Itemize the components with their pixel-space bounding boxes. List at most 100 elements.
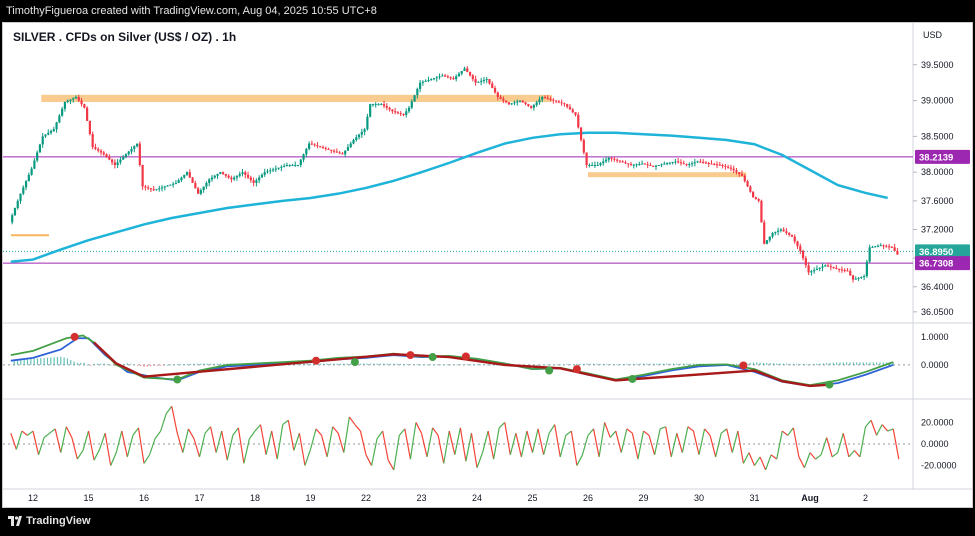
macd-histogram-bar [26,358,29,365]
candle-body [391,109,394,112]
candle-body [876,245,880,247]
candle-body [546,97,549,99]
oscillator-segment [259,424,267,455]
candle-body [208,179,211,183]
macd-histogram-bar [766,362,768,365]
candle-body [291,165,294,167]
candle-body [438,76,441,78]
candle-body [246,174,250,178]
macd-histogram-bar [113,364,115,366]
candle-body [826,265,830,267]
x-tick-label: 30 [694,493,704,503]
oscillator-segment [365,454,373,466]
candle-body [280,166,283,168]
candle-body [635,164,638,166]
oscillator-segment [815,454,822,460]
macd-histogram-bar [736,363,738,365]
macd-histogram-bar [453,364,455,366]
macd-histogram-bar [306,363,308,365]
macd-histogram-bar [429,364,432,366]
candle-body [413,95,416,102]
macd-histogram-bar [216,363,218,365]
candle-body [166,185,169,187]
macd-cross-marker [461,352,470,361]
oscillator-segment [598,422,606,458]
macd-histogram-bar [463,364,465,366]
oscillator-segment [420,433,428,458]
macd-histogram-bar [772,363,775,365]
oscillator-segment [737,430,744,464]
macd-histogram-bar [160,364,162,366]
macd-histogram-bar [489,364,491,366]
candle-body [374,104,377,106]
macd-histogram-bar [366,363,368,365]
macd-histogram-bar [639,363,641,365]
candle-body [579,127,583,140]
macd-histogram-bar [50,357,52,365]
candle-body [721,165,724,167]
tradingview-logo[interactable]: TradingView [8,515,91,527]
candle-body [269,170,272,172]
macd-histogram-bar [573,364,575,365]
oscillator-segment [559,435,567,458]
candle-body [172,183,175,185]
macd-histogram-bar [686,363,688,365]
macd-histogram-bar [43,357,45,365]
candle-body [480,80,483,82]
macd-histogram-bar [859,362,861,365]
chart-canvas[interactable]: 39.5000 39.0000 38.5000 38.0000 37.6000 37.20… [3,23,972,507]
oscillator-segment [315,428,323,436]
candle-body [735,170,738,173]
macd-histogram-bar [33,358,35,365]
candle-body [219,172,222,174]
macd-cross-marker [825,380,834,389]
candle-body [782,229,785,232]
candle-body [474,79,477,83]
macd-histogram-bar [403,363,405,365]
candle-body [654,165,658,167]
macd-histogram-bar [419,364,422,366]
candle-body [452,78,455,80]
oscillator-segment [515,433,522,458]
macd-histogram-bar [56,356,59,365]
macd-histogram-bar [689,363,691,365]
candle-body [840,269,844,271]
candle-body [616,159,619,161]
macd-histogram-bar [659,363,661,365]
oscillator-segment [731,430,739,453]
candle-body [757,199,760,201]
oscillator-segment [715,433,722,458]
macd-histogram-bar [692,363,695,365]
candle-body [505,100,508,103]
candle-body [202,186,205,191]
macd-histogram-bar [103,363,105,365]
macd-histogram-bar [346,363,348,365]
candle-body [52,129,55,132]
chart-credit: TimothyFigueroa created with TradingView… [6,5,377,17]
oscillator-segment [432,427,439,436]
macd-cross-marker [173,375,182,384]
x-tick-label: 2 [863,493,868,503]
candle-body [665,163,669,165]
x-tick-label: 25 [527,493,537,503]
oscillator-segment [865,419,872,428]
macd-histogram-bar [36,358,39,365]
macd-histogram-bar [676,363,678,365]
candle-body [502,98,505,101]
macd-histogram-bar [186,363,188,365]
macd-histogram-bar [779,363,781,365]
candle-body [896,250,899,255]
candle-body [860,276,863,278]
candle-body [388,107,391,110]
y-tick-label: 36.4000 [921,282,954,292]
oscillator-segment [65,426,73,438]
candle-body [74,96,78,99]
oscillator-segment [670,433,678,458]
candle-body [649,165,652,167]
candle-body [838,268,841,270]
macd-histogram-bar [193,363,195,365]
candle-body [468,71,472,76]
candle-body [238,173,241,176]
candle-body [455,76,458,80]
candle-body [424,80,427,82]
